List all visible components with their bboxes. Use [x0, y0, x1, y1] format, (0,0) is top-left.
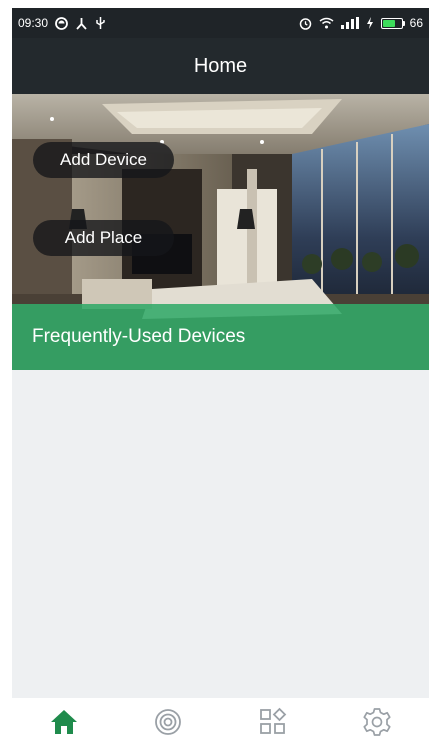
frequently-used-header: Frequently-Used Devices [12, 304, 429, 370]
camera-icon [155, 709, 182, 735]
nav-settings[interactable] [355, 700, 399, 744]
battery-level [382, 19, 395, 27]
usb-icon [95, 16, 106, 30]
wifi-icon [319, 17, 334, 29]
status-time: 09:30 [18, 16, 49, 30]
status-right: 66 [299, 16, 423, 30]
nav-apps[interactable] [251, 700, 295, 744]
signal-icon [340, 17, 359, 29]
nav-camera[interactable] [146, 700, 190, 744]
status-left: 09:30 [18, 16, 106, 30]
settings-icon [363, 708, 391, 736]
charging-icon [366, 17, 374, 29]
app-bar: Home [12, 38, 429, 94]
apps-icon [259, 707, 286, 734]
battery-percent: 66 [409, 16, 423, 30]
share-icon [75, 17, 88, 30]
hero-banner: Add Device Add Place Frequently-Used Dev… [12, 94, 429, 370]
devices-list-area [12, 370, 429, 698]
page-title: Home [193, 54, 248, 77]
home-icon [51, 710, 78, 734]
battery-icon [380, 17, 405, 29]
bottom-nav [12, 698, 429, 746]
add-place-button[interactable]: Add Place [33, 220, 174, 256]
status-bar: 09:30 66 [12, 8, 429, 38]
nav-home[interactable] [42, 700, 86, 744]
add-device-button[interactable]: Add Device [33, 142, 174, 178]
frequently-used-label: Frequently-Used Devices [32, 326, 246, 347]
phone-screen: 09:30 66 Home Add Device Add Place Frequ… [12, 8, 429, 746]
alarm-icon [299, 17, 312, 30]
sync-icon [55, 16, 68, 30]
